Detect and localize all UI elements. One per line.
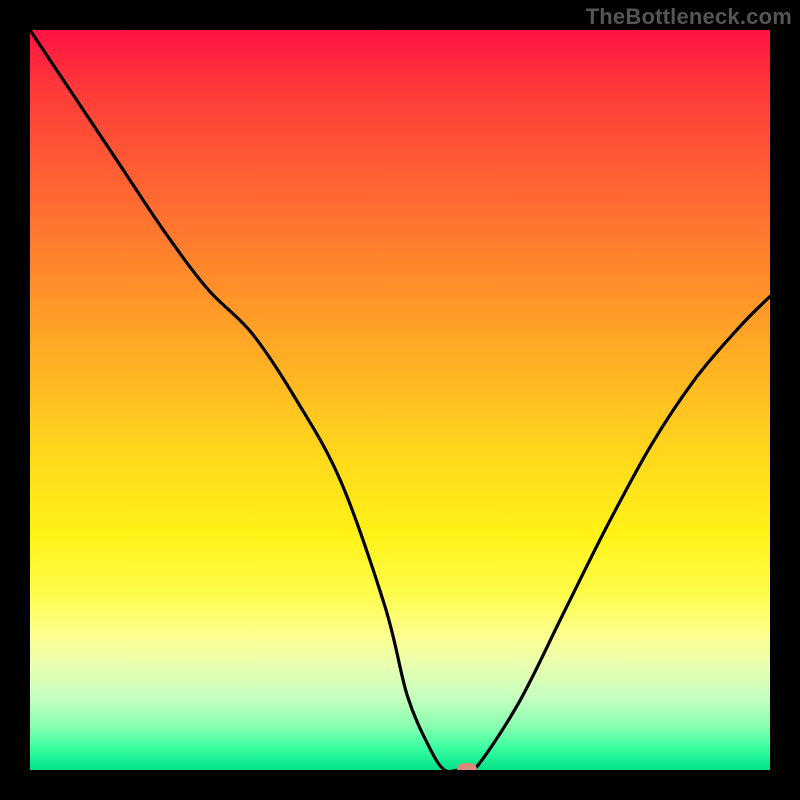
optimum-marker: [457, 763, 477, 770]
chart-plot-area: [30, 30, 770, 770]
chart-background-gradient: [30, 30, 770, 770]
watermark-text: TheBottleneck.com: [586, 4, 792, 30]
